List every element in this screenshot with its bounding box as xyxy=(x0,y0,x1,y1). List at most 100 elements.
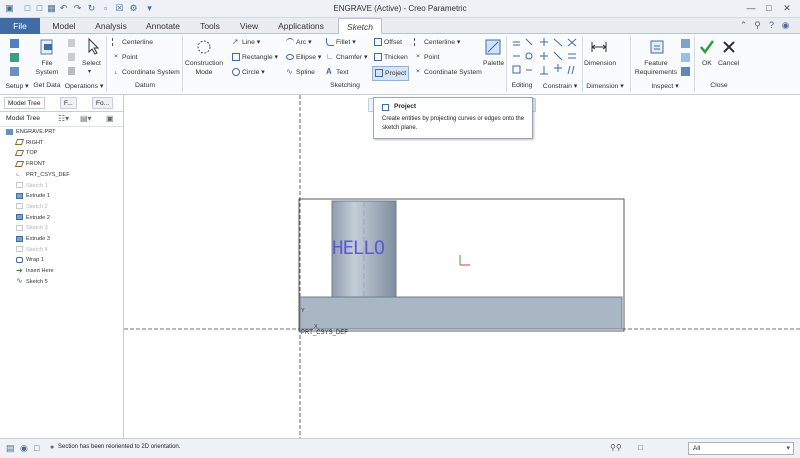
tree-item-top[interactable]: TOP xyxy=(14,148,37,158)
ok-checkmark-icon[interactable] xyxy=(698,38,716,56)
find-icon[interactable]: ⚲⚲ xyxy=(610,443,622,452)
tree-item-label: FRONT xyxy=(26,161,46,168)
feature-requirements-icon[interactable] xyxy=(648,38,666,56)
tab-annotate[interactable]: Annotate xyxy=(140,18,186,34)
ok-button[interactable]: OK xyxy=(702,59,712,68)
cancel-button[interactable]: Cancel xyxy=(718,59,739,68)
file-system-icon[interactable] xyxy=(38,38,56,56)
tree-item-sketch-3[interactable]: Sketch 3 xyxy=(16,223,48,233)
select-filter-icon[interactable]: □ xyxy=(638,443,643,452)
help-icon[interactable]: ? xyxy=(766,20,777,31)
ellipse-button[interactable]: Ellipse ▾ xyxy=(286,53,321,62)
tab-analysis[interactable]: Analysis xyxy=(88,18,134,34)
constrain-group-label[interactable]: Constrain ▾ xyxy=(540,82,580,90)
line-button[interactable]: ➚ Line ▾ xyxy=(232,38,260,47)
rectangle-button[interactable]: Rectangle ▾ xyxy=(232,53,278,62)
project-tooltip: Project Create entities by projecting cu… xyxy=(373,97,533,139)
dimension-icon[interactable] xyxy=(590,38,608,56)
feature-requirements-button[interactable]: Feature Requirements xyxy=(634,59,678,77)
inspect-group-label[interactable]: Inspect ▾ xyxy=(640,82,690,90)
tab-model[interactable]: Model xyxy=(44,18,84,34)
arc-button[interactable]: Arc ▾ xyxy=(286,38,312,47)
dimension-button[interactable]: Dimension xyxy=(584,59,616,68)
file-system-button[interactable]: File System xyxy=(33,59,61,77)
tree-item-extrude-1[interactable]: Extrude 1 xyxy=(16,191,50,201)
tab-favorites[interactable]: Fo... xyxy=(92,97,114,109)
tab-model-tree[interactable]: Model Tree xyxy=(4,97,45,109)
tab-file[interactable]: File xyxy=(0,18,40,34)
chevron-down-icon: ▾ xyxy=(786,445,790,452)
tree-item-sketch-2[interactable]: Sketch 2 xyxy=(16,202,48,212)
message-bullet-icon: ● xyxy=(50,444,55,451)
text-button[interactable]: A Text xyxy=(326,68,348,77)
toggle-navigator-icon[interactable]: ▤ xyxy=(6,443,15,454)
tree-item-wrap-1[interactable]: Wrap 1 xyxy=(16,255,44,265)
construction-mode-button[interactable]: Construction Mode xyxy=(184,59,224,77)
browser-icon[interactable]: ◉ xyxy=(20,443,28,454)
select-dropdown-icon[interactable]: ▾ xyxy=(88,68,91,77)
tab-folder-browser[interactable]: F... xyxy=(60,97,77,109)
sketch-coordinate-system-button[interactable]: × Coordinate System xyxy=(414,68,482,77)
sketch-point-button[interactable]: × Point xyxy=(414,53,440,62)
tree-item-extrude-3[interactable]: Extrude 3 xyxy=(16,234,50,244)
maximize-icon[interactable]: □ xyxy=(762,2,776,15)
spline-button[interactable]: ∿ Spline xyxy=(286,68,315,77)
palette-button[interactable]: Palette xyxy=(483,59,504,68)
sketch-centerline-button[interactable]: Centerline ▾ xyxy=(414,38,460,47)
minimize-icon[interactable]: — xyxy=(744,2,758,15)
clipboard-icons[interactable] xyxy=(66,37,78,77)
offset-button[interactable]: Offset xyxy=(374,38,402,47)
datum-point-button[interactable]: × Point xyxy=(112,53,138,62)
setup-small-icons[interactable] xyxy=(8,37,22,77)
datum-coordinate-system-button[interactable]: ⌞ Coordinate System xyxy=(112,68,179,77)
tree-item-extrude-2[interactable]: Extrude 2 xyxy=(16,213,50,223)
ptc-icon[interactable]: ◉ xyxy=(780,20,791,31)
chamfer-icon: ∟ xyxy=(326,52,334,62)
tree-item-right[interactable]: RIGHT xyxy=(14,138,43,148)
tree-item-prt-csys-def[interactable]: ⌞ PRT_CSYS_DEF xyxy=(16,170,70,180)
collapse-ribbon-icon[interactable]: ⌃ xyxy=(738,20,749,31)
project-button[interactable]: Project xyxy=(372,66,410,81)
graphics-window[interactable]: HELLO Y X PRT_CSYS_DEF xyxy=(124,95,800,438)
inspect-small-icons[interactable] xyxy=(680,37,692,77)
tree-settings-icon[interactable]: ☷▾ xyxy=(58,114,69,123)
thicken-button[interactable]: Thicken xyxy=(374,53,408,62)
tree-item-engrave-prt[interactable]: ENGRAVE.PRT xyxy=(6,127,56,137)
status-message: Section has been reoriented to 2D orient… xyxy=(58,444,181,450)
tree-item-insert-here[interactable]: ➔ Insert Here xyxy=(16,266,54,276)
circle-button[interactable]: Circle ▾ xyxy=(232,68,265,77)
select-arrow-icon[interactable] xyxy=(84,37,102,55)
tab-applications[interactable]: Applications xyxy=(272,18,330,34)
fillet-button[interactable]: Fillet ▾ xyxy=(326,38,356,47)
close-icon[interactable]: ✕ xyxy=(780,2,794,15)
chamfer-button[interactable]: ∟ Chamfer ▾ xyxy=(326,53,367,62)
tree-item-sketch-4[interactable]: Sketch 4 xyxy=(16,245,48,255)
tree-item-front[interactable]: FRONT xyxy=(14,159,46,169)
base-plate xyxy=(299,296,623,330)
palette-icon[interactable] xyxy=(484,38,502,56)
ellipse-icon xyxy=(286,54,294,61)
tab-tools[interactable]: Tools xyxy=(192,18,228,34)
get-data-group-label[interactable]: Get Data xyxy=(32,82,62,89)
tree-item-label: Wrap 1 xyxy=(26,257,44,264)
filter-dropdown[interactable]: All ▾ xyxy=(688,442,794,455)
editing-constrain-icons[interactable] xyxy=(510,36,580,78)
sketch-canvas[interactable] xyxy=(124,95,800,438)
operations-group-label[interactable]: Operations ▾ xyxy=(64,82,104,90)
select-button[interactable]: Select xyxy=(82,59,101,68)
extrude-icon xyxy=(16,214,26,221)
full-screen-icon[interactable]: □ xyxy=(34,443,39,453)
cancel-x-icon[interactable] xyxy=(720,38,738,56)
editing-group-label[interactable]: Editing xyxy=(510,82,534,89)
setup-group-label[interactable]: Setup ▾ xyxy=(4,82,30,90)
tree-show-icon[interactable]: ▣ xyxy=(106,114,114,123)
construction-mode-icon[interactable] xyxy=(195,38,213,56)
tree-item-sketch-5[interactable]: ∿ Sketch 5 xyxy=(16,277,48,287)
tree-item-sketch-1[interactable]: Sketch 1 xyxy=(16,181,48,191)
datum-centerline-button[interactable]: Centerline xyxy=(112,38,153,47)
search-icon[interactable]: ⚲ xyxy=(752,20,763,31)
tree-filters-icon[interactable]: ▤▾ xyxy=(80,114,92,123)
tab-sketch[interactable]: Sketch xyxy=(338,18,382,35)
tab-view[interactable]: View xyxy=(232,18,266,34)
dimension-group-label[interactable]: Dimension ▾ xyxy=(584,82,626,90)
